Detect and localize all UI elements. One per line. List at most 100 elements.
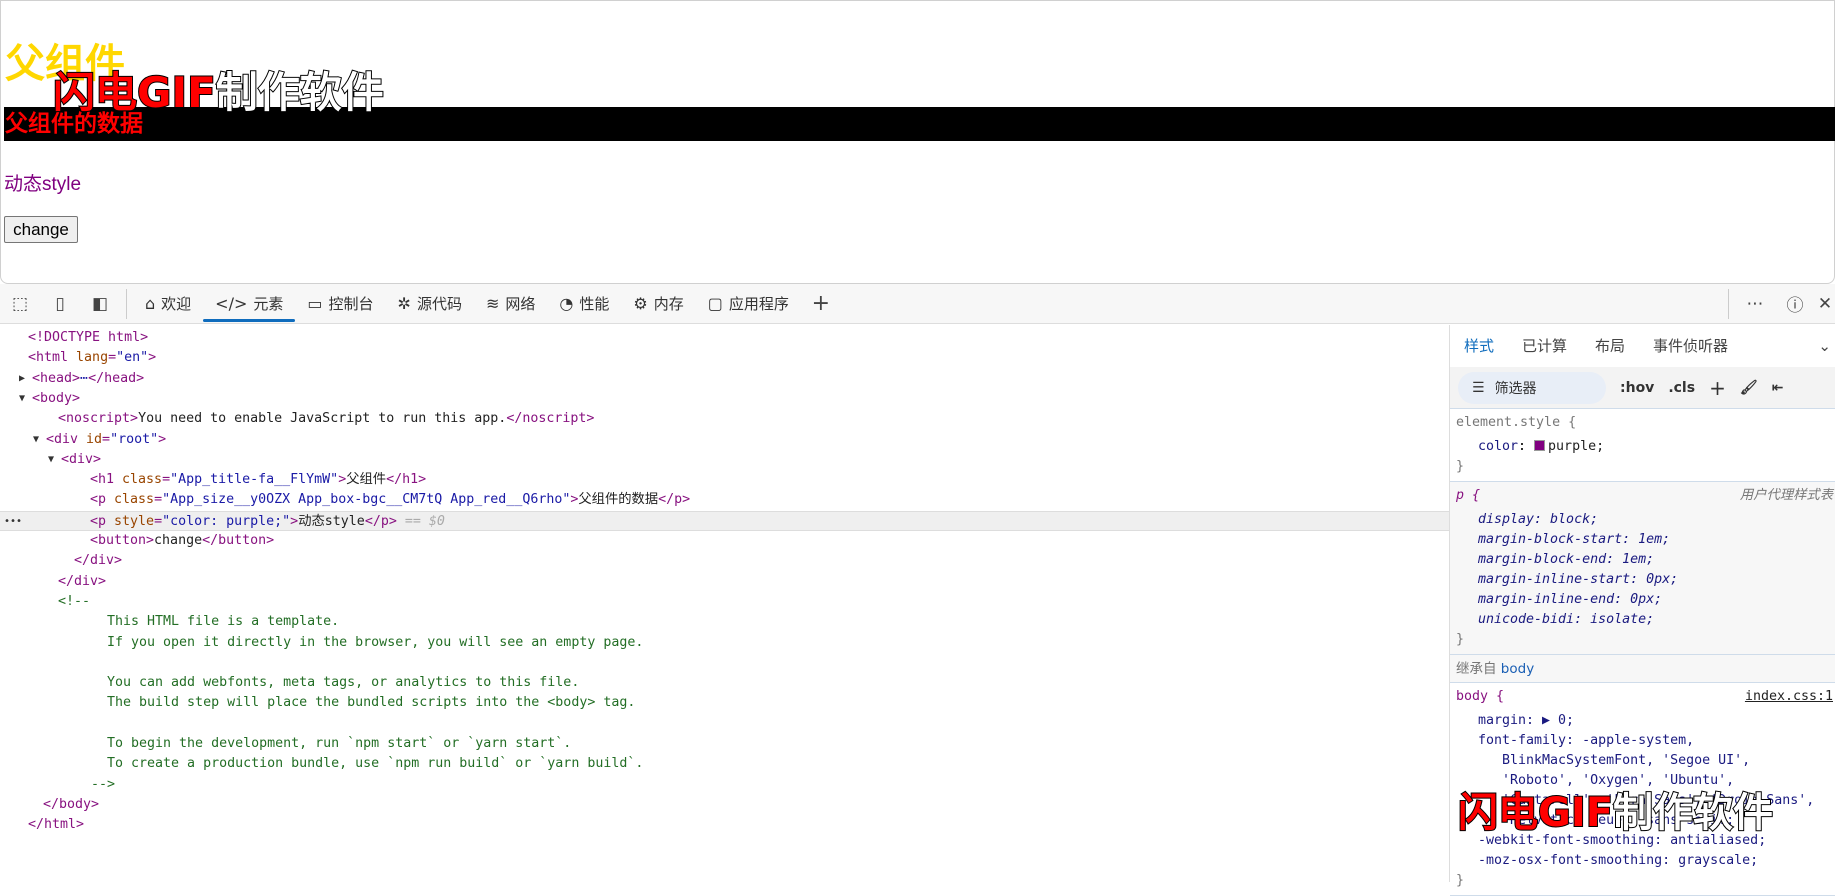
dom-node-line[interactable]: </body> bbox=[0, 795, 1449, 815]
cls-button[interactable]: .cls bbox=[1668, 380, 1695, 396]
dom-token: class bbox=[114, 492, 155, 508]
paint-brush-icon[interactable]: 🖌 bbox=[1740, 380, 1758, 396]
tab-0[interactable]: ⌂ 欢迎 bbox=[133, 284, 203, 324]
new-rule-icon[interactable]: + bbox=[1709, 376, 1726, 400]
dom-token: </button> bbox=[202, 533, 275, 548]
chevron-down-icon[interactable]: ⌄ bbox=[1818, 337, 1835, 355]
dom-token: <body> bbox=[32, 390, 81, 406]
help-icon[interactable]: ⓘ bbox=[1775, 291, 1815, 316]
tab-3[interactable]: ✲ 源代码 bbox=[386, 284, 474, 324]
filter-input[interactable]: ☰ 筛选器 bbox=[1458, 371, 1606, 404]
dom-node-line[interactable]: This HTML file is a template. bbox=[0, 612, 1449, 632]
rule-close: } bbox=[1456, 632, 1465, 647]
collapse-arrow-icon[interactable]: ▼ bbox=[48, 450, 54, 470]
dom-token: </div> bbox=[58, 573, 107, 589]
more-icon[interactable]: ⋯ bbox=[1735, 294, 1775, 314]
close-icon[interactable]: ✕ bbox=[1815, 294, 1835, 314]
dom-node-line[interactable]: <button>change</button> bbox=[0, 531, 1449, 551]
tab-1[interactable]: </> 元素 bbox=[203, 284, 296, 324]
css-declaration[interactable]: font-family: -apple-system, bbox=[1478, 731, 1829, 751]
dom-node-line[interactable]: ▼ <body> bbox=[0, 389, 1449, 409]
dom-node-line[interactable]: </div> bbox=[0, 572, 1449, 592]
css-declaration[interactable]: BlinkMacSystemFont, 'Segoe UI', bbox=[1478, 751, 1829, 771]
dom-token: You need to enable JavaScript to run thi… bbox=[138, 411, 507, 427]
css-declaration[interactable]: margin-block-end: 1em; bbox=[1478, 550, 1829, 570]
dom-node-line[interactable]: ▼ <div id="root"> bbox=[0, 430, 1449, 450]
tab-2[interactable]: ▭ 控制台 bbox=[295, 284, 385, 324]
inherited-header: 继承自 body bbox=[1450, 655, 1835, 683]
dom-node-line[interactable]: To create a production bundle, use `npm … bbox=[0, 754, 1449, 774]
dom-node-line[interactable]: </div> bbox=[0, 551, 1449, 571]
dom-token: The build step will place the bundled sc… bbox=[107, 695, 636, 711]
dom-node-line[interactable]: <noscript>You need to enable JavaScript … bbox=[0, 409, 1449, 429]
tab-layout[interactable]: 布局 bbox=[1581, 328, 1639, 364]
tab-7[interactable]: ▢ 应用程序 bbox=[696, 284, 801, 324]
prop-value: purple; bbox=[1548, 439, 1605, 454]
tab-6[interactable]: ⚙ 内存 bbox=[621, 284, 695, 324]
dom-node-line[interactable]: <!DOCTYPE html> bbox=[0, 328, 1449, 348]
dom-token: </body> bbox=[43, 796, 100, 812]
dom-node-line[interactable]: </html> bbox=[0, 815, 1449, 835]
change-button[interactable]: change bbox=[4, 216, 78, 243]
dom-token: <button> bbox=[90, 533, 155, 548]
dom-node-line[interactable]: <html lang="en"> bbox=[0, 348, 1449, 368]
gauge-icon: ◔ bbox=[559, 294, 574, 313]
tab-computed[interactable]: 已计算 bbox=[1508, 328, 1581, 364]
css-declaration[interactable]: margin: ▶ 0; bbox=[1478, 711, 1829, 731]
watermark: 闪电GIF制作软件 bbox=[1457, 780, 1774, 838]
rule-source-link[interactable]: index.css:1 bbox=[1745, 687, 1833, 707]
dom-node-line[interactable]: If you open it directly in the browser, … bbox=[0, 633, 1449, 653]
dom-node-line[interactable]: <!-- bbox=[0, 592, 1449, 612]
dom-token: change bbox=[154, 533, 203, 548]
tab-label: 内存 bbox=[653, 295, 684, 313]
dom-node-line[interactable] bbox=[0, 653, 1449, 673]
css-declaration[interactable]: margin-inline-start: 0px; bbox=[1478, 570, 1829, 590]
dom-node-line[interactable]: The build step will place the bundled sc… bbox=[0, 693, 1449, 713]
dom-token: = bbox=[154, 513, 163, 529]
css-declaration[interactable]: -moz-osx-font-smoothing: grayscale; bbox=[1478, 851, 1829, 871]
dock-icon[interactable]: ◧ bbox=[80, 294, 120, 314]
dom-token: ⋯ bbox=[80, 370, 89, 386]
hov-button[interactable]: :hov bbox=[1620, 380, 1654, 396]
dom-node-line[interactable] bbox=[0, 714, 1449, 734]
dom-token: > bbox=[290, 513, 299, 529]
filter-placeholder: 筛选器 bbox=[1494, 380, 1537, 397]
inherited-from-link[interactable]: body bbox=[1501, 661, 1534, 677]
css-declaration[interactable]: margin-block-start: 1em; bbox=[1478, 530, 1829, 550]
dom-token: --> bbox=[91, 776, 116, 792]
dom-node-line[interactable]: ▼ <div> bbox=[0, 450, 1449, 470]
dom-node-line[interactable]: You can add webfonts, meta tags, or anal… bbox=[0, 673, 1449, 693]
rule-source: 用户代理样式表 bbox=[1739, 488, 1833, 503]
add-tab-icon[interactable]: + bbox=[801, 291, 841, 316]
dom-token: "App_title-fa__FlYmW" bbox=[170, 472, 339, 488]
dom-token: == $0 bbox=[396, 513, 445, 529]
collapse-arrow-icon[interactable]: ▼ bbox=[19, 389, 25, 409]
tab-4[interactable]: ≋ 网络 bbox=[474, 284, 547, 324]
dom-node-line[interactable]: <h1 class="App_title-fa__FlYmW">父组件</h1> bbox=[0, 470, 1449, 490]
dom-token: </div> bbox=[74, 553, 123, 569]
toggle-sidebar-icon[interactable]: ⇤ bbox=[1772, 380, 1784, 396]
tab-label: 欢迎 bbox=[161, 295, 192, 313]
dom-node-line[interactable]: To begin the development, run `npm start… bbox=[0, 734, 1449, 754]
tab-styles[interactable]: 样式 bbox=[1450, 328, 1509, 364]
dom-node-line[interactable]: ••• <p style="color: purple;">动态style</p>… bbox=[0, 510, 1449, 532]
dom-node-line[interactable]: --> bbox=[0, 775, 1449, 795]
dom-token: = bbox=[108, 350, 117, 366]
inspect-icon[interactable]: ⬚ bbox=[0, 294, 40, 314]
css-declaration[interactable]: display: block; bbox=[1478, 510, 1829, 530]
dom-token: > bbox=[148, 350, 157, 366]
expand-arrow-icon[interactable]: ▶ bbox=[19, 369, 25, 389]
dom-token: If you open it directly in the browser, … bbox=[107, 634, 644, 650]
tab-5[interactable]: ◔ 性能 bbox=[547, 284, 621, 324]
dom-node-line[interactable]: <p class="App_size__y0OZX App_box-bgc__C… bbox=[0, 490, 1449, 510]
device-emulation-icon[interactable]: ▯ bbox=[40, 294, 80, 314]
node-actions-icon[interactable]: ••• bbox=[4, 512, 22, 532]
tab-event-listeners[interactable]: 事件侦听器 bbox=[1639, 328, 1742, 364]
rule-declaration[interactable]: color: purple; bbox=[1456, 437, 1829, 457]
tab-label: 元素 bbox=[253, 295, 284, 313]
collapse-arrow-icon[interactable]: ▼ bbox=[33, 430, 39, 450]
color-swatch[interactable] bbox=[1534, 440, 1546, 451]
css-declaration[interactable]: unicode-bidi: isolate; bbox=[1478, 610, 1829, 630]
dom-node-line[interactable]: ▶ <head>⋯</head> bbox=[0, 369, 1449, 389]
css-declaration[interactable]: margin-inline-end: 0px; bbox=[1478, 590, 1829, 610]
